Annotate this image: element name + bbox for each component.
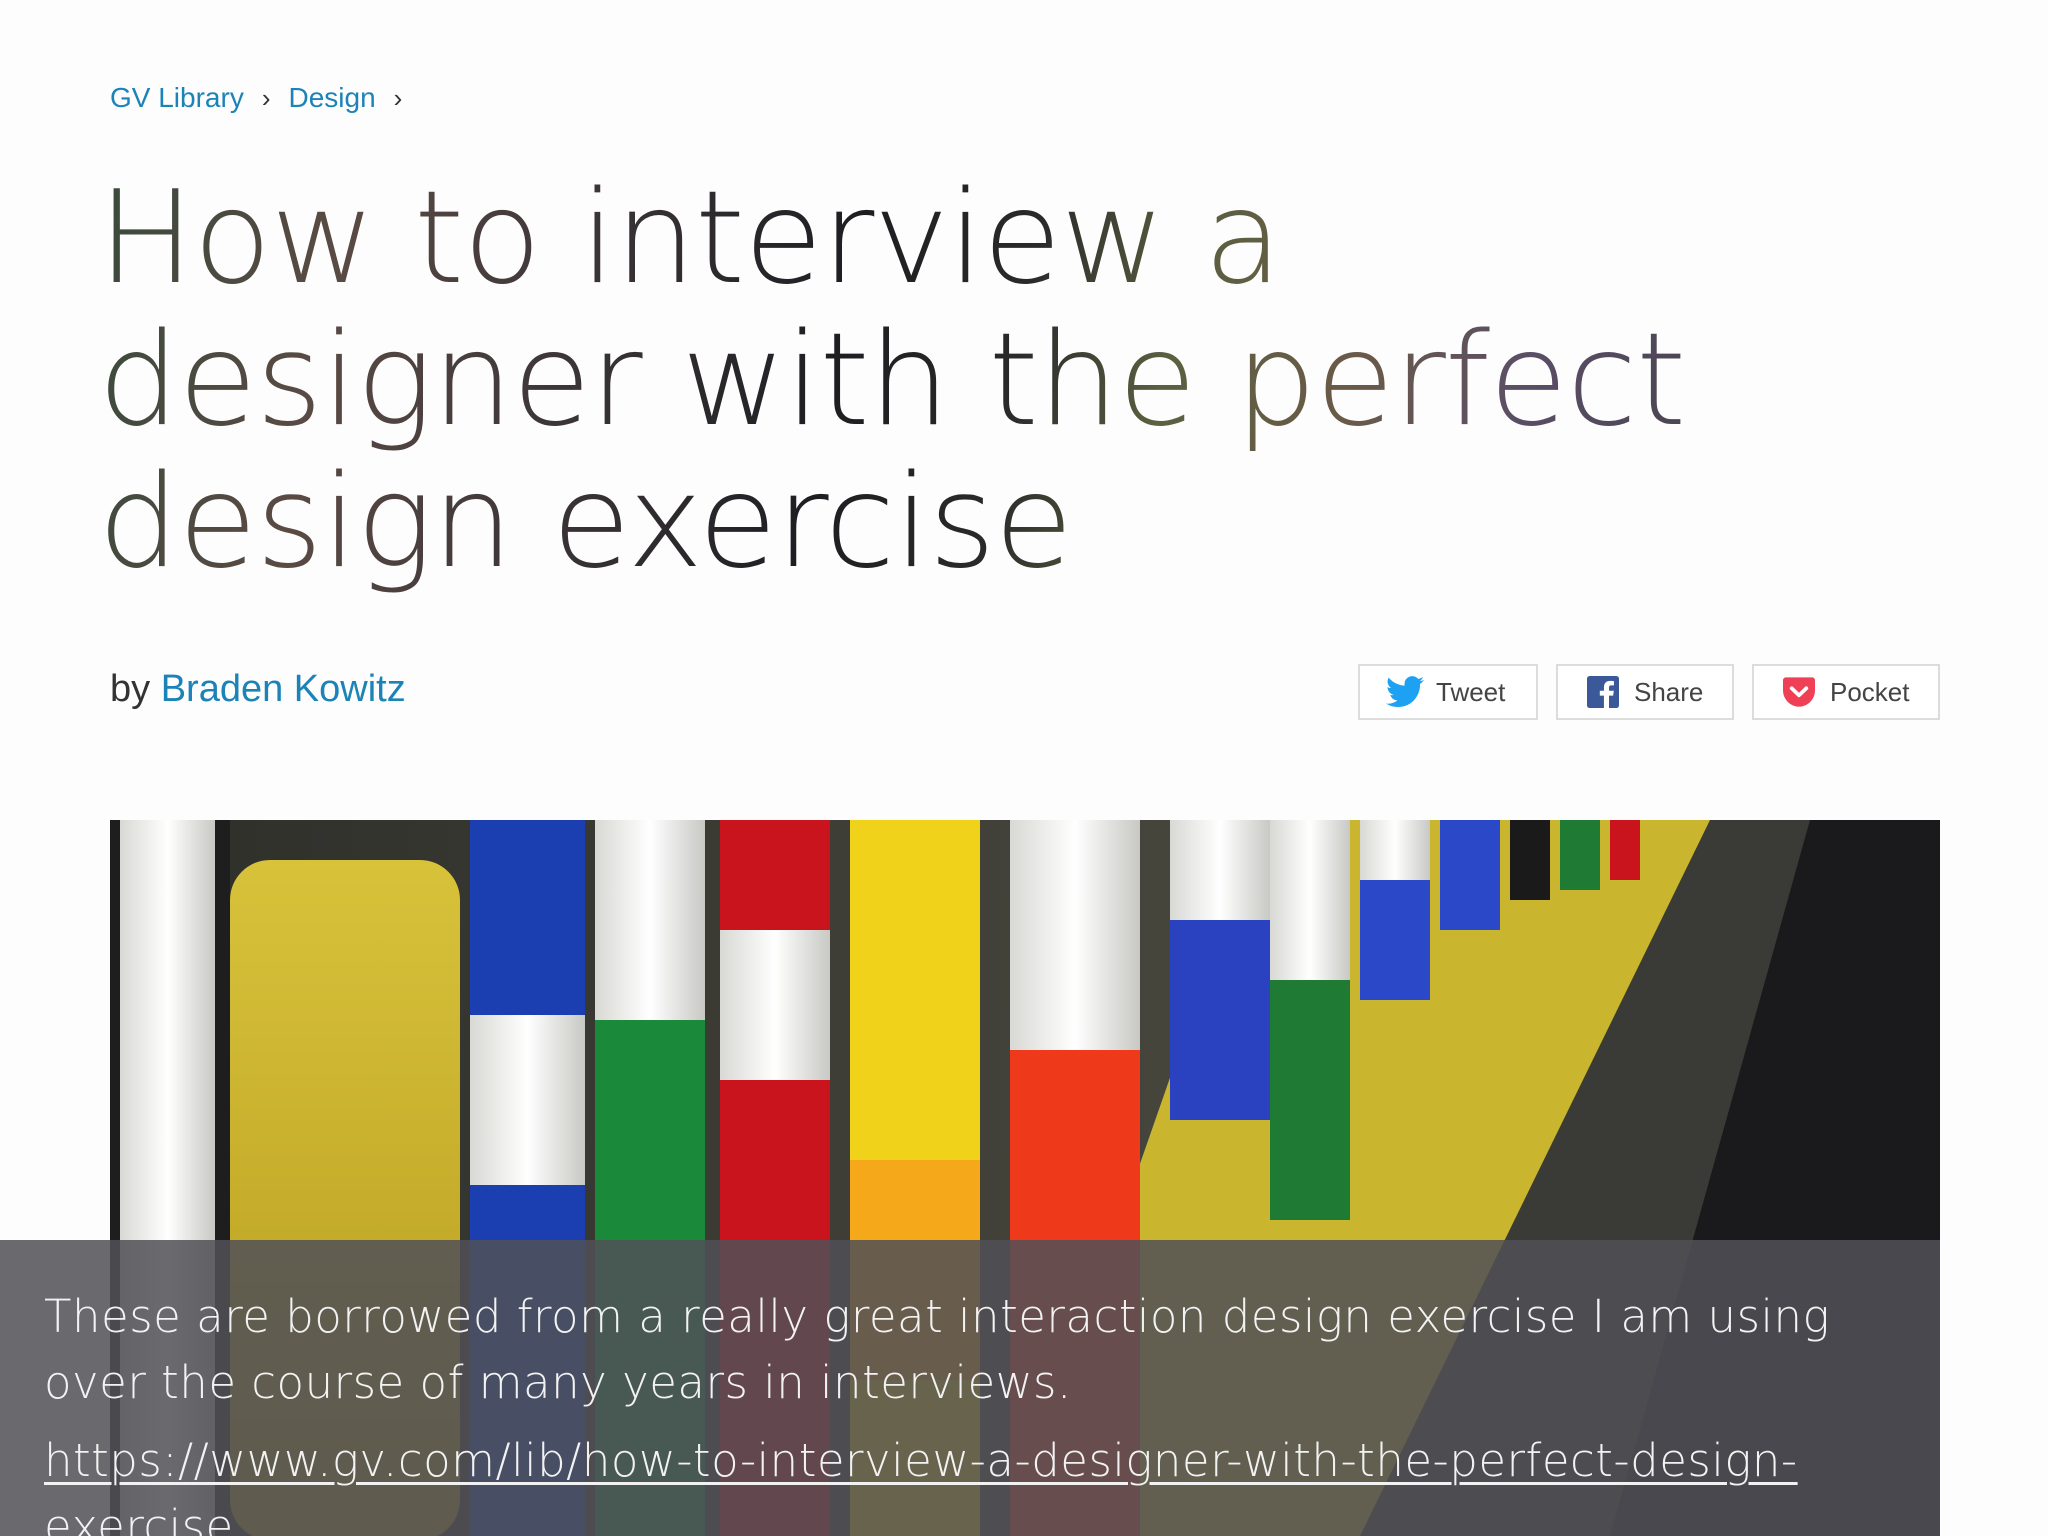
byline-prefix: by (110, 668, 151, 710)
author-link[interactable]: Braden Kowitz (161, 668, 406, 710)
tweet-button[interactable]: Tweet (1358, 664, 1538, 720)
pocket-button[interactable]: Pocket (1752, 664, 1940, 720)
byline: by Braden Kowitz (110, 668, 406, 711)
pocket-icon (1780, 673, 1818, 711)
breadcrumb-separator: › (261, 82, 271, 113)
share-bar: Tweet Share Pocket (1358, 664, 1940, 720)
pocket-label: Pocket (1830, 676, 1910, 707)
breadcrumb: GV Library › Design › (110, 82, 420, 114)
twitter-icon (1386, 673, 1424, 711)
share-label: Share (1634, 676, 1704, 707)
breadcrumb-separator: › (393, 82, 403, 113)
caption-link[interactable]: https://www.gv.com/lib/how-to-interview-… (44, 1428, 1896, 1536)
page-title: How to interview a designer with the per… (98, 168, 1858, 594)
facebook-share-button[interactable]: Share (1556, 664, 1734, 720)
caption-text: These are borrowed from a really great i… (44, 1290, 1831, 1409)
page: GV Library › Design › How to interview a… (0, 0, 2048, 1536)
facebook-icon (1584, 673, 1622, 711)
breadcrumb-item-gv-library[interactable]: GV Library (110, 82, 244, 114)
breadcrumb-item-design[interactable]: Design (289, 82, 376, 114)
tweet-label: Tweet (1436, 676, 1506, 707)
caption-overlay: These are borrowed from a really great i… (0, 1240, 1940, 1536)
